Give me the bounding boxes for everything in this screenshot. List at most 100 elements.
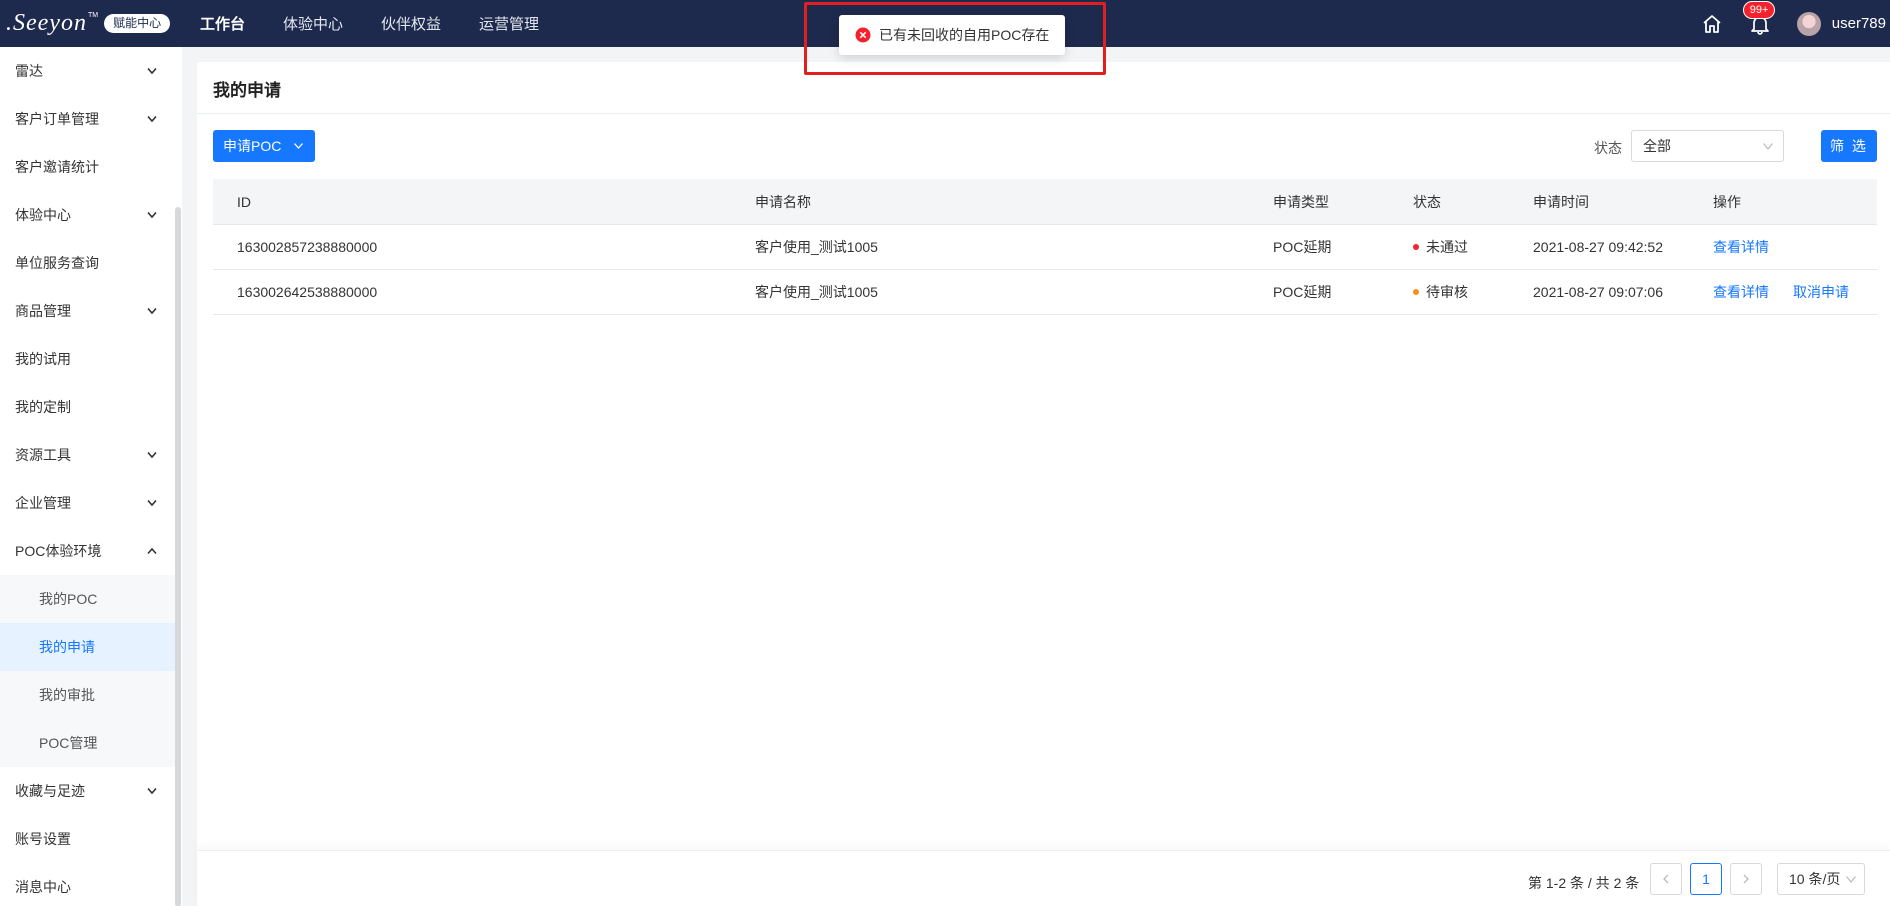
cell-time: 2021-08-27 09:42:52 [1533,239,1663,255]
highlight-annotation-box [804,2,1106,75]
sidebar-item[interactable]: 雷达 [0,47,175,95]
sidebar-item-label: 商品管理 [15,303,71,319]
nav-item-workbench[interactable]: 工作台 [200,13,245,34]
status-filter-value: 全部 [1643,138,1671,154]
sidebar-item[interactable]: 单位服务查询 [0,239,175,287]
chevron-down-icon [294,143,303,149]
table-body: 163002857238880000 客户使用_测试1005 POC延期 未通过 202… [213,225,1877,315]
sidebar-item[interactable]: 消息中心 [0,863,175,906]
sidebar-item-label: 客户订单管理 [15,111,99,127]
cell-name: 客户使用_测试1005 [755,239,878,255]
sidebar-item[interactable]: 资源工具 [0,431,175,479]
logo-badge: 赋能中心 [104,13,171,33]
applications-table: ID 申请名称 申请类型 状态 申请时间 操作 1630028572388800… [213,179,1877,315]
sidebar-item-label: 单位服务查询 [15,255,99,271]
sidebar-item-label: 资源工具 [15,447,71,463]
status-filter-label: 状态 [1594,140,1622,156]
sidebar-item[interactable]: 我的定制 [0,383,175,431]
filter-button[interactable]: 筛 选 [1821,130,1877,162]
sidebar-item[interactable]: 账号设置 [0,815,175,863]
sidebar-item[interactable]: 收藏与足迹 [0,767,175,815]
view-details-link[interactable]: 查看详情 [1713,282,1769,302]
logo-text: .Seeyon [6,9,87,36]
nav-item-experience-center[interactable]: 体验中心 [283,13,343,34]
chevron-down-icon [147,499,157,507]
page-size-value: 10 条/页 [1789,871,1841,887]
status-text: 待审核 [1426,284,1468,300]
chevron-down-icon [1846,876,1856,883]
cell-status: 待审核 [1413,270,1468,314]
sidebar-item-label: 收藏与足迹 [15,783,85,799]
pagination-total: 第 1-2 条 / 共 2 条 [1528,875,1640,891]
apply-poc-button[interactable]: 申请POC [213,130,315,162]
status-dot-icon [1413,244,1419,250]
nav-item-operations[interactable]: 运营管理 [479,13,539,34]
nav-item-partner-benefits[interactable]: 伙伴权益 [381,13,441,34]
avatar[interactable] [1796,11,1821,36]
page-title: 我的申请 [213,81,281,100]
sidebar-scrollbar[interactable] [175,207,181,906]
sidebar-item[interactable]: 体验中心 [0,191,175,239]
view-details-link[interactable]: 查看详情 [1713,237,1769,257]
username[interactable]: user789 [1832,15,1886,32]
cell-actions: 查看详情 取消申请 [1713,270,1873,314]
pagination-bar: 第 1-2 条 / 共 2 条 1 10 条/页 [197,850,1890,906]
top-nav-menu: 工作台 体验中心 伙伴权益 运营管理 [200,0,577,47]
sidebar-item-label: 客户邀请统计 [15,159,99,175]
sidebar-item-label: 我的定制 [15,399,71,415]
chevron-down-icon [147,115,157,123]
sidebar-item[interactable]: POC管理 [0,719,175,767]
column-header-time: 申请时间 [1533,193,1589,210]
chevron-down-icon [147,307,157,315]
cell-time: 2021-08-27 09:07:06 [1533,284,1663,300]
chevron-right-icon [1743,874,1749,884]
table-row: 163002857238880000 客户使用_测试1005 POC延期 未通过 202… [213,225,1877,270]
cell-status: 未通过 [1413,225,1468,269]
chevron-down-icon [147,451,157,459]
page-button-1[interactable]: 1 [1690,863,1722,895]
sidebar: 雷达客户订单管理 客户邀请统计体验中心单位服务查询 商品管理我的试用我的定制资源工具… [0,47,182,906]
sidebar-item-label: 我的POC [39,591,98,607]
seeyon-logo[interactable]: .Seeyon TM 赋能中心 [6,9,171,36]
sidebar-item[interactable]: 我的试用 [0,335,175,383]
sidebar-item-label: 消息中心 [15,879,71,895]
column-header-actions: 操作 [1713,193,1741,210]
sidebar-item-label: POC体验环境 [15,543,102,559]
sidebar-item[interactable]: 商品管理 [0,287,175,335]
sidebar-item[interactable]: 企业管理 [0,479,175,527]
sidebar-item[interactable]: 我的审批 [0,671,175,719]
chevron-up-icon [147,547,157,555]
sidebar-item-label: 企业管理 [15,495,71,511]
sidebar-item[interactable]: 我的POC [0,575,175,623]
column-header-type: 申请类型 [1273,193,1329,210]
cell-id: 163002857238880000 [237,239,378,255]
sidebar-item[interactable]: 我的申请 [0,623,175,671]
cell-name: 客户使用_测试1005 [755,284,878,300]
prev-page-button[interactable] [1650,863,1682,895]
home-icon[interactable] [1701,13,1723,35]
next-page-button[interactable] [1730,863,1762,895]
sidebar-item-label: 我的审批 [39,687,95,703]
cell-type: POC延期 [1273,239,1332,255]
cell-type: POC延期 [1273,284,1332,300]
logo-trademark: TM [87,11,99,19]
column-header-name: 申请名称 [755,193,811,210]
column-header-status: 状态 [1413,193,1441,210]
sidebar-item-label: 雷达 [15,63,43,79]
sidebar-item-label: POC管理 [39,735,98,751]
sidebar-item[interactable]: 客户邀请统计 [0,143,175,191]
main-panel: 我的申请 申请POC 状态 全部 筛 选 ID 申请名称 申请类型 状态 申请时… [197,62,1890,906]
sidebar-item[interactable]: 客户订单管理 [0,95,175,143]
sidebar-item[interactable]: POC体验环境 [0,527,175,575]
chevron-down-icon [147,67,157,75]
sidebar-item-label: 账号设置 [15,831,71,847]
chevron-left-icon [1663,874,1669,884]
page-size-select[interactable]: 10 条/页 [1777,863,1865,895]
status-filter-select[interactable]: 全部 [1631,130,1784,162]
chevron-down-icon [147,787,157,795]
notification-count-badge: 99+ [1742,0,1776,19]
cancel-application-link[interactable]: 取消申请 [1793,282,1849,302]
sidebar-item-label: 我的申请 [39,639,95,655]
notification-bell[interactable]: 99+ [1742,0,1776,35]
cell-actions: 查看详情 [1713,225,1793,269]
